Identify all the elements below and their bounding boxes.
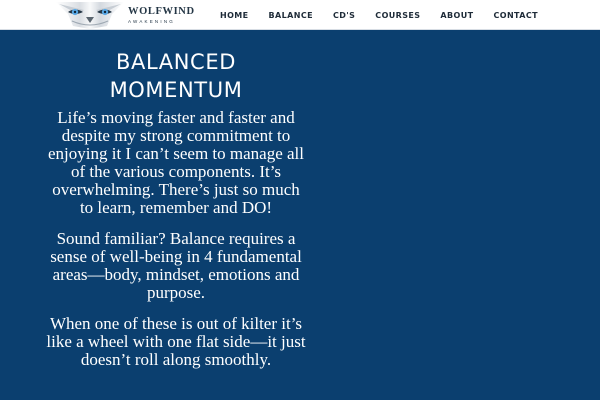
title-line-2: MOMENTUM <box>109 78 243 102</box>
brand-logo-link[interactable]: WOLFWIND AWAKENING <box>54 2 204 29</box>
intro-paragraph: Life’s moving faster and faster and desp… <box>47 108 305 217</box>
main-navigation: HOME BALANCE CD'S COURSES ABOUT CONTACT <box>220 0 538 30</box>
nav-home[interactable]: HOME <box>220 11 249 20</box>
title-line-1: BALANCED <box>116 50 236 74</box>
wheel-paragraph: When one of these is out of kilter it’s … <box>46 314 306 369</box>
nav-courses[interactable]: COURSES <box>375 11 420 20</box>
brand-tagline: AWAKENING <box>128 18 175 24</box>
nav-contact[interactable]: CONTACT <box>493 11 538 20</box>
nav-about[interactable]: ABOUT <box>440 11 473 20</box>
balance-paragraph: Sound familiar? Balance requires a sense… <box>50 229 302 302</box>
brand-name: WOLFWIND <box>128 6 195 17</box>
wolf-eyes-logo-icon <box>56 2 124 29</box>
site-header: WOLFWIND AWAKENING HOME BALANCE CD'S COU… <box>0 0 600 30</box>
page-title: BALANCED MOMENTUM <box>46 48 306 104</box>
nav-balance[interactable]: BALANCE <box>269 11 313 20</box>
nav-cds[interactable]: CD'S <box>333 11 355 20</box>
brand-wordmark: WOLFWIND AWAKENING <box>128 6 195 24</box>
main-content: BALANCED MOMENTUM Life’s moving faster a… <box>46 48 306 382</box>
